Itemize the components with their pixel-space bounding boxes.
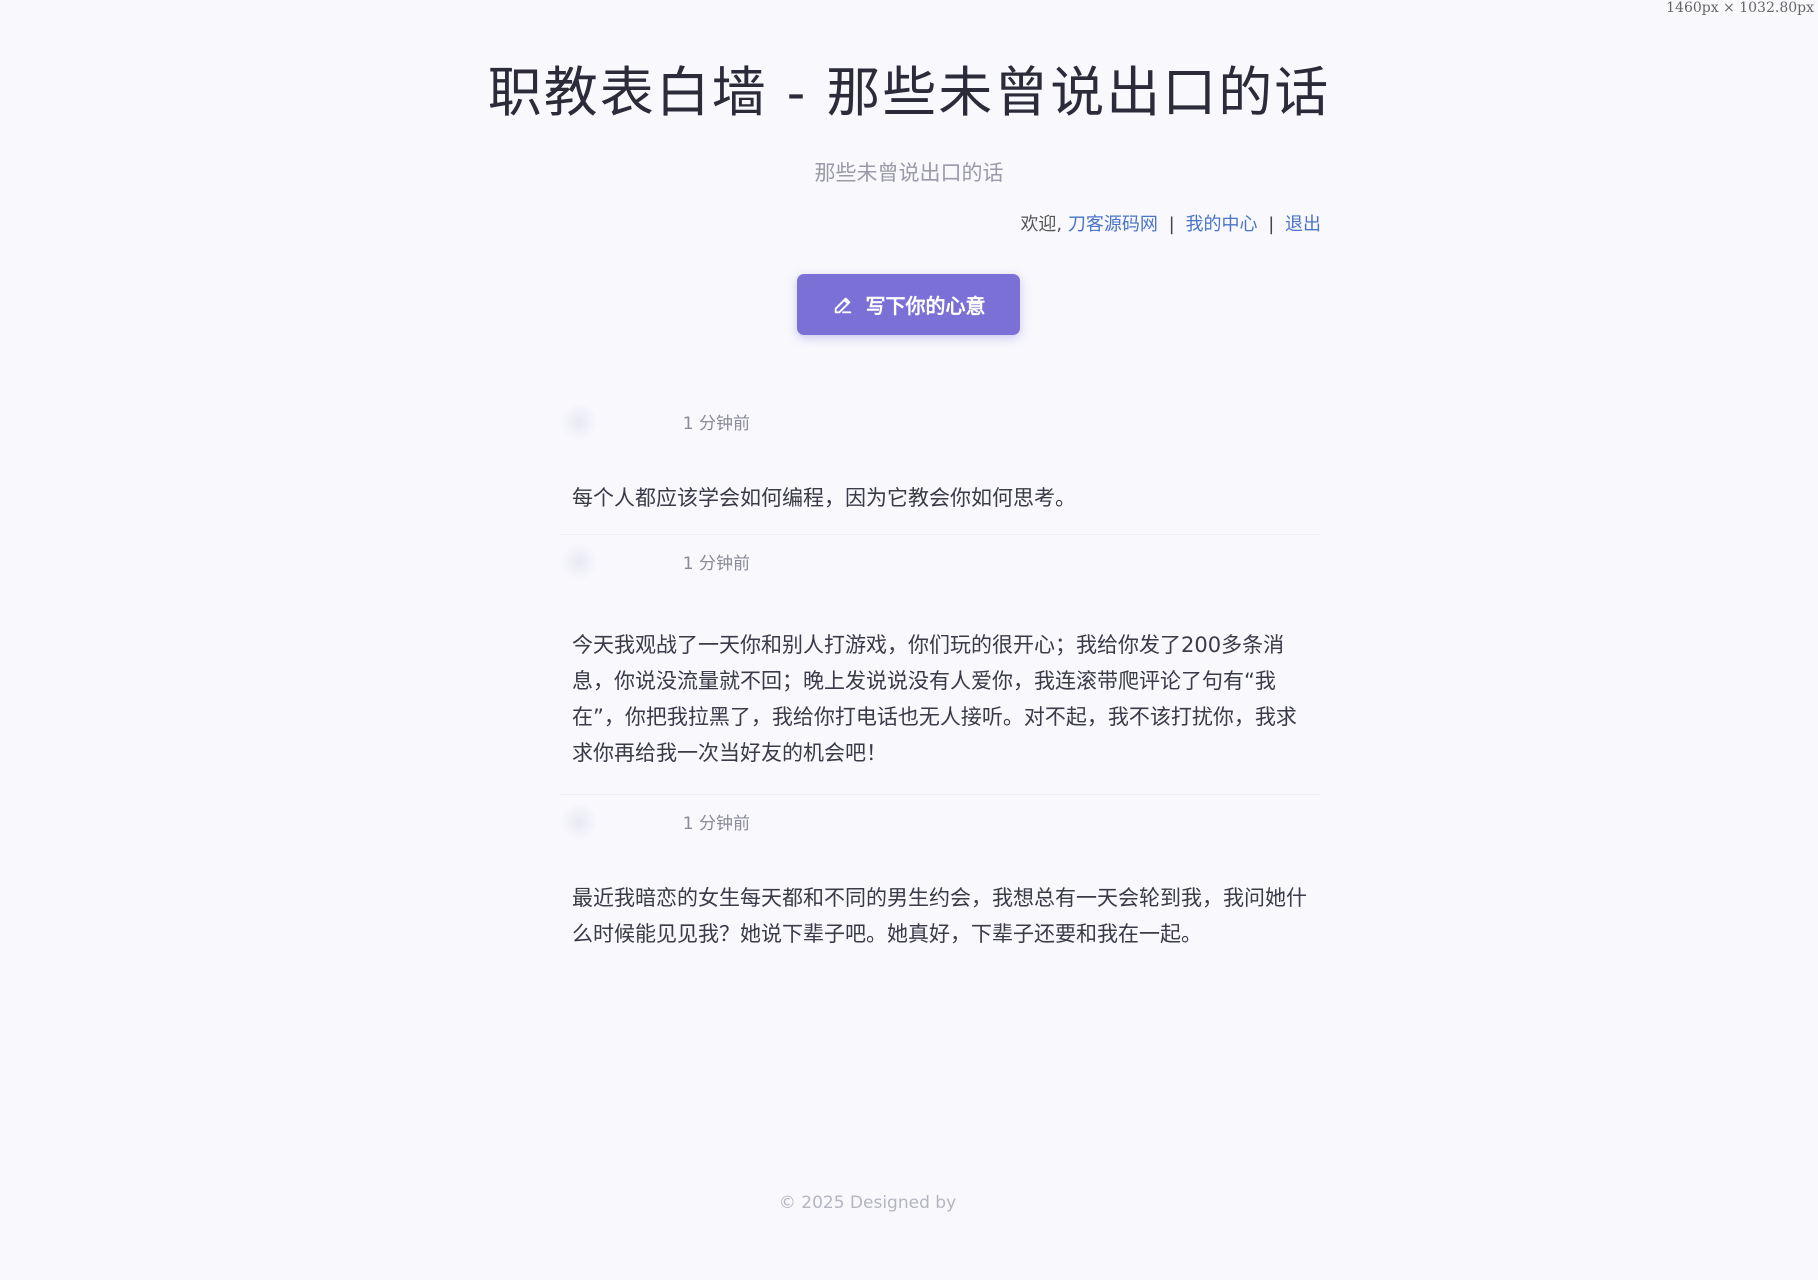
post-time: 1 分钟前 <box>682 814 750 834</box>
site-header: 职教表白墙 - 那些未曾说出口的话 那些未曾说出口的话 <box>0 48 1818 187</box>
username-link[interactable]: 刀客源码网 <box>1068 214 1158 235</box>
confession-post: 1 分钟前 最近我暗恋的女生每天都和不同的男生约会，我想总有一天会轮到我，我问她… <box>560 795 1320 975</box>
separator: | <box>1268 214 1275 235</box>
my-center-link[interactable]: 我的中心 <box>1185 214 1257 235</box>
site-subtitle: 那些未曾说出口的话 <box>814 161 1004 185</box>
page: 1460px × 1032.80px 职教表白墙 - 那些未曾说出口的话 那些未… <box>0 0 1818 1280</box>
confession-post: 1 分钟前 今天我观战了一天你和别人打游戏，你们玩的很开心；我给你发了200多条… <box>560 535 1320 795</box>
pencil-icon <box>834 297 851 313</box>
write-button-label: 写下你的心意 <box>865 296 986 318</box>
logout-link[interactable]: 退出 <box>1285 214 1321 235</box>
separator: | <box>1168 214 1175 235</box>
footer-credit: © 2025 Designed by <box>778 1193 957 1213</box>
write-confession-button[interactable]: 写下你的心意 <box>797 274 1020 335</box>
user-bar: 欢迎, 刀客源码网 | 我的中心 | 退出 <box>1020 210 1321 236</box>
confession-feed: 1 分钟前 每个人都应该学会如何编程，因为它教会你如何思考。 1 分钟前 今天我… <box>560 395 1320 975</box>
post-time: 1 分钟前 <box>682 414 750 434</box>
post-time: 1 分钟前 <box>682 554 750 574</box>
confession-post: 1 分钟前 每个人都应该学会如何编程，因为它教会你如何思考。 <box>560 395 1320 535</box>
post-content: 今天我观战了一天你和别人打游戏，你们玩的很开心；我给你发了200多条消息，你说没… <box>572 633 1297 765</box>
welcome-text: 欢迎, <box>1020 214 1063 235</box>
post-content: 最近我暗恋的女生每天都和不同的男生约会，我想总有一天会轮到我，我问她什么时候能见… <box>572 886 1307 946</box>
site-title: 职教表白墙 - 那些未曾说出口的话 <box>487 61 1331 124</box>
viewport-size-badge: 1460px × 1032.80px <box>1666 0 1814 16</box>
post-content: 每个人都应该学会如何编程，因为它教会你如何思考。 <box>572 486 1076 510</box>
